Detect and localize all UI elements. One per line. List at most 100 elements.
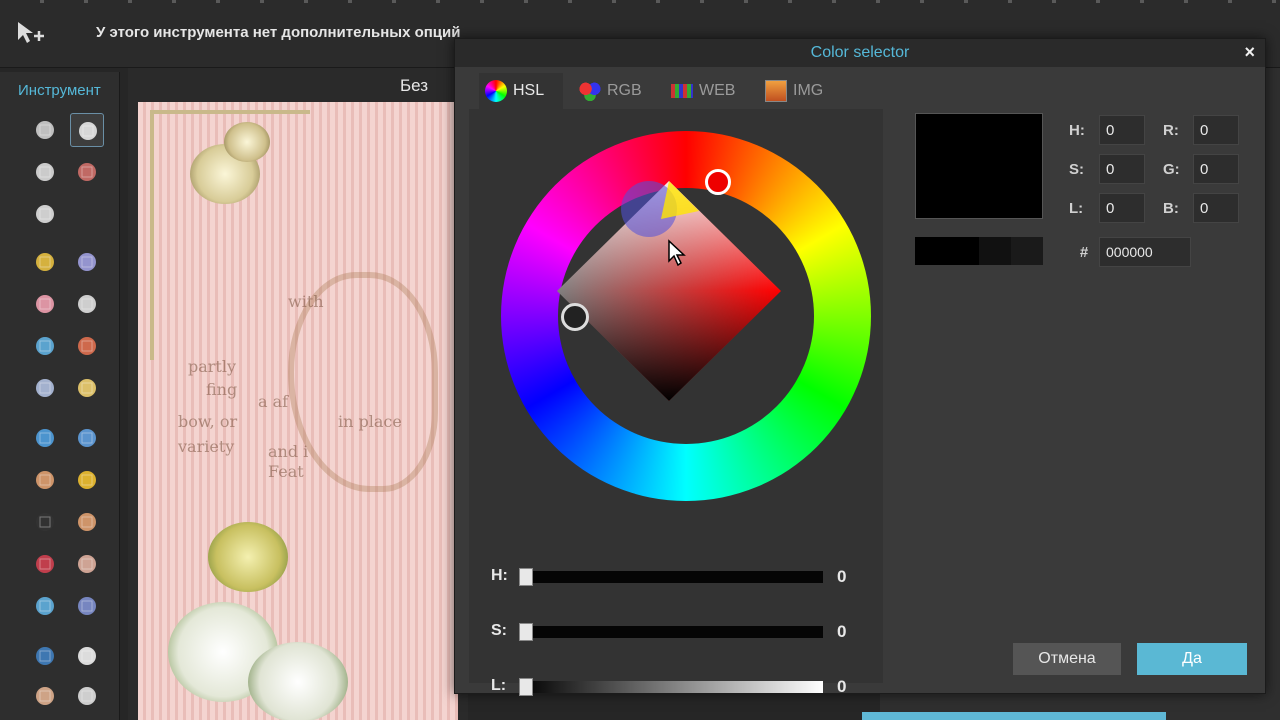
burn-icon[interactable] bbox=[70, 505, 104, 539]
saturation-slider-thumb[interactable] bbox=[519, 623, 533, 641]
hand-icon[interactable] bbox=[28, 679, 62, 713]
stamp-icon[interactable] bbox=[70, 329, 104, 363]
tab-hsl[interactable]: HSL bbox=[479, 73, 563, 109]
tab-img-label: IMG bbox=[793, 82, 824, 99]
canvas-text-fragment: variety bbox=[178, 437, 235, 456]
pinch-icon[interactable] bbox=[70, 589, 104, 623]
saturation-slider-row: S: 0 bbox=[491, 620, 871, 644]
gradient-icon[interactable] bbox=[28, 329, 62, 363]
dodge-icon[interactable] bbox=[28, 505, 62, 539]
bloat-icon[interactable] bbox=[28, 589, 62, 623]
rose-decoration bbox=[224, 122, 270, 162]
tab-rgb[interactable]: RGB bbox=[573, 73, 653, 109]
pencil-icon[interactable] bbox=[28, 245, 62, 279]
color-selector-dialog: Color selector × HSL RGB WEB IMG H: 0 S:… bbox=[454, 38, 1266, 696]
tab-rgb-label: RGB bbox=[607, 82, 642, 99]
canvas-text-fragment: partly bbox=[188, 357, 237, 376]
lightness-slider-row: L: 0 bbox=[491, 675, 871, 699]
document-tab[interactable]: Без bbox=[400, 76, 428, 96]
rose-decoration bbox=[248, 642, 348, 720]
tab-web-label: WEB bbox=[699, 82, 736, 99]
type-icon[interactable] bbox=[70, 639, 104, 673]
lightness-slider-thumb[interactable] bbox=[519, 678, 533, 696]
saturation-slider-label: S: bbox=[491, 622, 507, 639]
hsl-picker-pane: H: 0 S: 0 L: 0 bbox=[469, 109, 883, 696]
dialog-titlebar[interactable]: Color selector × bbox=[455, 39, 1265, 67]
b-field-label: B: bbox=[1163, 199, 1179, 217]
move-icon[interactable] bbox=[70, 113, 104, 147]
l-field-label: L: bbox=[1069, 199, 1084, 217]
tab-img[interactable]: IMG bbox=[759, 73, 839, 109]
tab-web[interactable]: WEB bbox=[665, 73, 749, 109]
zoom-icon[interactable] bbox=[70, 679, 104, 713]
saturation-slider[interactable] bbox=[519, 623, 823, 641]
hex-input[interactable] bbox=[1099, 237, 1191, 267]
blur-icon[interactable] bbox=[28, 421, 62, 455]
g-field-label: G: bbox=[1163, 160, 1180, 178]
panel-scroll-strip[interactable] bbox=[862, 712, 1166, 720]
g-input[interactable] bbox=[1193, 154, 1239, 184]
h-field-label: H: bbox=[1069, 121, 1085, 139]
close-icon[interactable]: × bbox=[1244, 42, 1255, 63]
hue-slider-row: H: 0 bbox=[491, 565, 871, 589]
web-icon bbox=[671, 84, 693, 98]
hex-field-label: # bbox=[1079, 243, 1089, 261]
spot-heal-icon[interactable] bbox=[70, 547, 104, 581]
eraser-icon[interactable] bbox=[28, 287, 62, 321]
rose-decoration bbox=[208, 522, 288, 592]
lightness-slider-value: 0 bbox=[837, 677, 847, 696]
hue-slider[interactable] bbox=[519, 568, 823, 586]
canvas-text-fragment: Feat bbox=[268, 462, 304, 481]
ok-button[interactable]: Да bbox=[1137, 643, 1247, 675]
b-field: B: bbox=[1163, 193, 1239, 223]
color-picker-icon[interactable] bbox=[28, 639, 62, 673]
new-color-preview bbox=[915, 113, 1043, 219]
g-field: G: bbox=[1163, 154, 1239, 184]
r-input[interactable] bbox=[1193, 115, 1239, 145]
s-field: S: bbox=[1069, 154, 1145, 184]
tab-hsl-label: HSL bbox=[513, 82, 545, 99]
dialog-title: Color selector bbox=[810, 44, 910, 61]
menu-strip bbox=[0, 0, 1280, 3]
brush-icon[interactable] bbox=[70, 245, 104, 279]
s-input[interactable] bbox=[1099, 154, 1145, 184]
h-field: H: bbox=[1069, 115, 1145, 145]
previous-color-preview[interactable] bbox=[915, 237, 1043, 265]
image-canvas[interactable]: with partly fing bow, or variety a af and i Fea… bbox=[138, 102, 458, 720]
color-replace-icon[interactable] bbox=[28, 371, 62, 405]
lightness-slider[interactable] bbox=[519, 678, 823, 696]
canvas-text-fragment: and i bbox=[268, 442, 309, 461]
mouse-cursor-icon bbox=[668, 239, 686, 267]
smudge-icon[interactable] bbox=[28, 463, 62, 497]
lasso-icon[interactable] bbox=[70, 155, 104, 189]
rgb-icon bbox=[579, 80, 601, 102]
magic-wand-icon[interactable] bbox=[28, 197, 62, 231]
lightness-slider-label: L: bbox=[491, 677, 507, 694]
hue-slider-thumb[interactable] bbox=[519, 568, 533, 586]
drawing-icon[interactable] bbox=[70, 371, 104, 405]
sharpen-icon[interactable] bbox=[70, 421, 104, 455]
sponge-icon[interactable] bbox=[70, 463, 104, 497]
saturation-lightness-handle[interactable] bbox=[561, 303, 589, 331]
bucket-icon[interactable] bbox=[70, 287, 104, 321]
crop-icon[interactable] bbox=[28, 113, 62, 147]
l-field: L: bbox=[1069, 193, 1145, 223]
canvas-text-fragment: with bbox=[288, 292, 324, 311]
canvas-text-fragment: in place bbox=[338, 412, 402, 431]
s-field-label: S: bbox=[1069, 160, 1084, 178]
canvas-text-fragment: bow, or bbox=[178, 412, 238, 431]
cancel-button[interactable]: Отмена bbox=[1013, 643, 1121, 675]
red-eye-icon[interactable] bbox=[28, 547, 62, 581]
l-input[interactable] bbox=[1099, 193, 1145, 223]
marquee-icon[interactable] bbox=[28, 155, 62, 189]
hex-field: # bbox=[1069, 237, 1191, 267]
b-input[interactable] bbox=[1193, 193, 1239, 223]
h-input[interactable] bbox=[1099, 115, 1145, 145]
tool-options-hint: У этого инструмента нет дополнительных о… bbox=[96, 24, 461, 41]
tools-panel: Инструмент bbox=[0, 72, 120, 720]
hsl-icon bbox=[485, 80, 507, 102]
saturation-slider-value: 0 bbox=[837, 622, 847, 641]
move-icon bbox=[14, 18, 48, 48]
img-icon bbox=[765, 80, 787, 102]
saturation-lightness-square[interactable] bbox=[549, 179, 819, 449]
